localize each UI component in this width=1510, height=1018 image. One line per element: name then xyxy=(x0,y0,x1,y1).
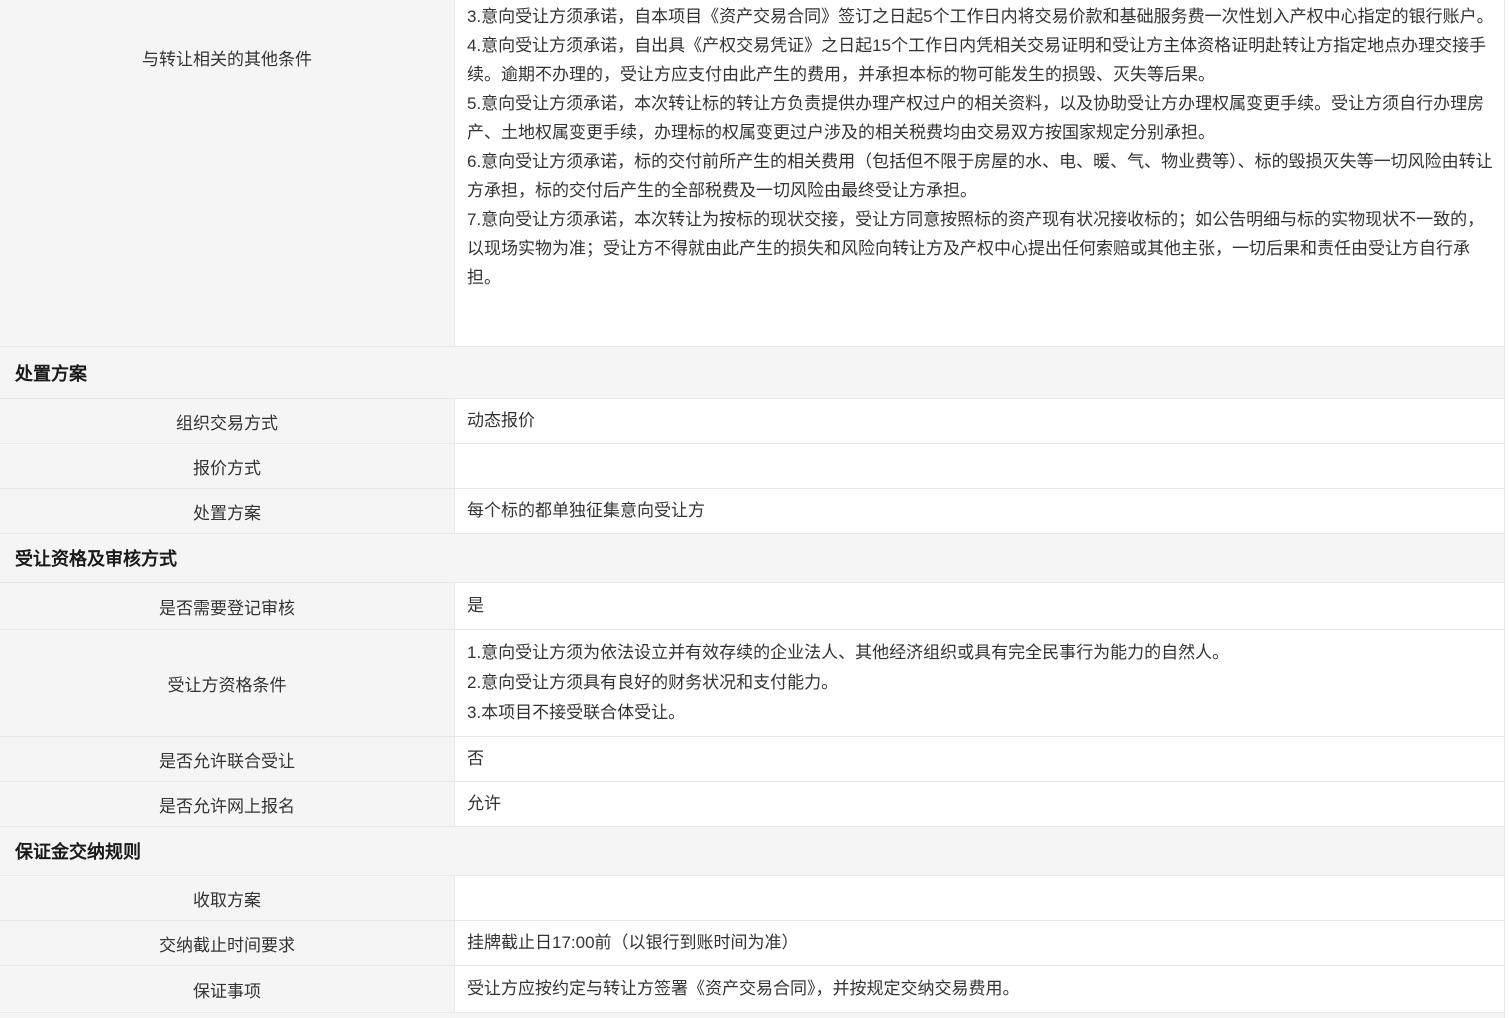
qualification-item-1: 1.意向受让方须为依法设立并有效存续的企业法人、其他经济组织或具有完全民事行为能… xyxy=(467,638,1229,668)
condition-paragraph-7: 7.意向受让方须承诺，本次转让为按标的现状交接，受让方同意按照标的资产现有状况接… xyxy=(467,205,1496,292)
row-label-other-conditions: 与转让相关的其他条件 xyxy=(0,0,455,346)
row-label-text: 与转让相关的其他条件 xyxy=(142,45,312,70)
condition-paragraph-4: 4.意向受让方须承诺，自出具《产权交易凭证》之日起15个工作日内凭相关交易证明和… xyxy=(467,31,1496,89)
row-value-need-registration-review: 是 xyxy=(455,583,1504,629)
table-row-allow-joint-transfer: 是否允许联合受让 否 xyxy=(0,737,1504,782)
row-value-disposal-plan: 每个标的都单独征集意向受让方 xyxy=(455,489,1504,533)
table-row-allow-online-signup: 是否允许网上报名 允许 xyxy=(0,782,1504,827)
row-label-quote-mode: 报价方式 xyxy=(0,444,455,488)
table-row-collection-plan: 收取方案 xyxy=(0,876,1504,921)
row-label-allow-online-signup: 是否允许网上报名 xyxy=(0,782,455,826)
row-label-transferee-qualification: 受让方资格条件 xyxy=(0,630,455,736)
row-value-allow-joint-transfer: 否 xyxy=(455,737,1504,781)
row-value-quote-mode xyxy=(455,444,1504,488)
table-row-trade-mode: 组织交易方式 动态报价 xyxy=(0,399,1504,444)
table-row-payment-deadline: 交纳截止时间要求 挂牌截止日17:00前（以银行到账时间为准） xyxy=(0,921,1504,966)
row-label-trade-mode: 组织交易方式 xyxy=(0,399,455,443)
row-value-payment-deadline: 挂牌截止日17:00前（以银行到账时间为准） xyxy=(455,921,1504,965)
table-row-transferee-qualification: 受让方资格条件 1.意向受让方须为依法设立并有效存续的企业法人、其他经济组织或具… xyxy=(0,630,1504,737)
section-header-deposit: 保证金交纳规则 xyxy=(0,827,1504,876)
table-row-need-registration-review: 是否需要登记审核 是 xyxy=(0,583,1504,630)
row-value-allow-online-signup: 允许 xyxy=(455,782,1504,826)
listing-detail-table: 与转让相关的其他条件 3.意向受让方须承诺，自本项目《资产交易合同》签订之日起5… xyxy=(0,0,1505,1018)
row-label-guarantee-matters: 保证事项 xyxy=(0,966,455,1012)
row-label-allow-joint-transfer: 是否允许联合受让 xyxy=(0,737,455,781)
condition-paragraph-5: 5.意向受让方须承诺，本次转让标的转让方负责提供办理产权过户的相关资料，以及协助… xyxy=(467,89,1496,147)
qualification-item-3: 3.本项目不接受联合体受让。 xyxy=(467,698,685,728)
row-value-trade-mode: 动态报价 xyxy=(455,399,1504,443)
row-value-guarantee-matters: 受让方应按约定与转让方签署《资产交易合同》，并按规定交纳交易费用。 xyxy=(455,966,1504,1012)
row-value-transferee-qualification: 1.意向受让方须为依法设立并有效存续的企业法人、其他经济组织或具有完全民事行为能… xyxy=(455,630,1504,736)
row-value-other-conditions: 3.意向受让方须承诺，自本项目《资产交易合同》签订之日起5个工作日内将交易价款和… xyxy=(455,0,1504,346)
table-row-guarantee-matters: 保证事项 受让方应按约定与转让方签署《资产交易合同》，并按规定交纳交易费用。 xyxy=(0,966,1504,1013)
condition-paragraph-6: 6.意向受让方须承诺，标的交付前所产生的相关费用（包括但不限于房屋的水、电、暖、… xyxy=(467,147,1496,205)
row-label-collection-plan: 收取方案 xyxy=(0,876,455,920)
table-row-partial-bottom xyxy=(0,1013,1504,1018)
row-value-collection-plan xyxy=(455,876,1504,920)
table-row-disposal-plan: 处置方案 每个标的都单独征集意向受让方 xyxy=(0,489,1504,534)
row-label-disposal-plan: 处置方案 xyxy=(0,489,455,533)
table-row-other-conditions: 与转让相关的其他条件 3.意向受让方须承诺，自本项目《资产交易合同》签订之日起5… xyxy=(0,0,1504,347)
row-label-need-registration-review: 是否需要登记审核 xyxy=(0,583,455,629)
section-header-disposal: 处置方案 xyxy=(0,347,1504,399)
row-label-payment-deadline: 交纳截止时间要求 xyxy=(0,921,455,965)
condition-paragraph-3: 3.意向受让方须承诺，自本项目《资产交易合同》签订之日起5个工作日内将交易价款和… xyxy=(467,2,1496,31)
qualification-item-2: 2.意向受让方须具有良好的财务状况和支付能力。 xyxy=(467,668,838,698)
section-header-qualification: 受让资格及审核方式 xyxy=(0,534,1504,583)
table-row-quote-mode: 报价方式 xyxy=(0,444,1504,489)
